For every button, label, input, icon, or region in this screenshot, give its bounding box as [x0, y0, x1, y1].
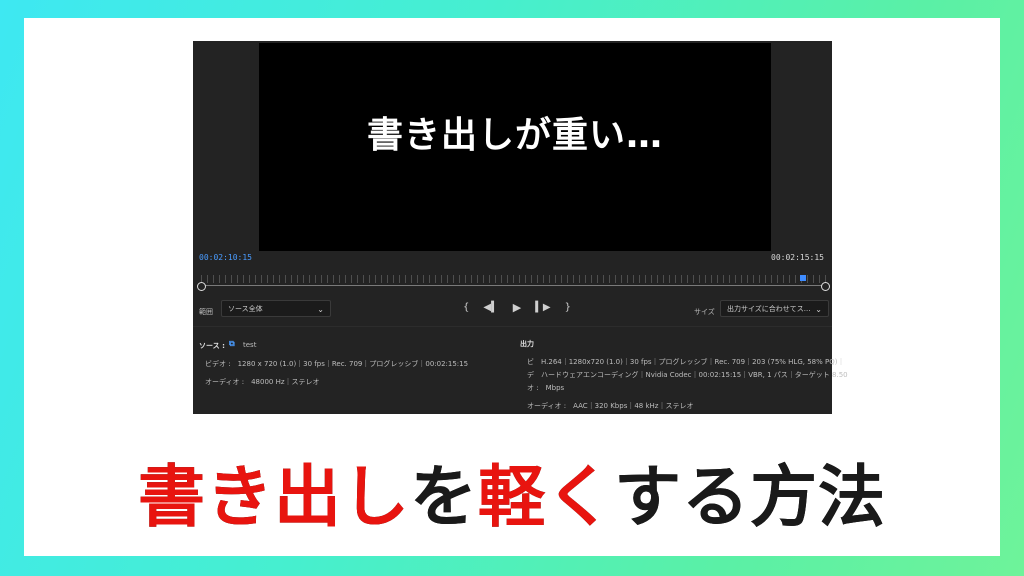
- range-selected: ソース全体: [228, 305, 263, 313]
- headline-part-3: 軽く: [475, 455, 617, 540]
- size-selected: 出力サイズに合わせてス...: [727, 305, 811, 313]
- step-back-button[interactable]: ◀▍: [483, 301, 498, 315]
- headline-part-4: する方法: [611, 455, 889, 540]
- headline-part-2: を: [407, 455, 481, 540]
- output-label: 出力: [520, 340, 534, 348]
- output-video-info-1: ビ H.264｜1280x720 (1.0)｜30 fps｜プログレッシブ｜Re…: [527, 358, 845, 366]
- video-preview: 書き出しが重い…: [259, 43, 771, 251]
- play-button[interactable]: ▶: [513, 301, 521, 315]
- output-video-info-2: デ ハードウェアエンコーディング｜Nvidia Codec｜00:02:15:1…: [527, 371, 848, 379]
- out-point-handle[interactable]: [821, 282, 830, 291]
- headline-part-1: 書き出し: [135, 455, 413, 540]
- ruler-ticks: [201, 275, 826, 283]
- in-point-handle[interactable]: [197, 282, 206, 291]
- chevron-down-icon: ⌄: [815, 305, 822, 314]
- output-audio-info: オーディオ : AAC｜320 Kbps｜48 kHz｜ステレオ: [527, 402, 694, 410]
- step-forward-button[interactable]: ▍▶: [535, 301, 550, 315]
- timecode-in: 00:02:10:15: [199, 253, 252, 262]
- timecode-out: 00:02:15:15: [771, 253, 824, 262]
- size-label: サイズ: [694, 308, 715, 316]
- source-audio-info: オーディオ : 48000 Hz｜ステレオ: [205, 378, 320, 386]
- range-dropdown[interactable]: ソース全体 ⌄: [221, 300, 331, 317]
- transport-controls: { ◀▍ ▶ ▍▶ }: [463, 301, 571, 315]
- export-panel: 書き出しが重い… 00:02:10:15 00:02:15:15 範囲 ソース全…: [193, 41, 848, 414]
- range-label: 範囲: [199, 308, 213, 316]
- output-video-info-3: オ : Mbps: [527, 384, 565, 392]
- timeline-ruler[interactable]: [197, 275, 830, 291]
- section-divider: [193, 326, 832, 327]
- size-dropdown[interactable]: 出力サイズに合わせてス... ⌄: [720, 300, 829, 317]
- sequence-icon: ⧉: [229, 339, 235, 348]
- ruler-line: [201, 285, 826, 286]
- source-name: test: [243, 341, 257, 349]
- headline: 書き出しを軽くする方法: [0, 443, 1024, 540]
- source-label: ソース :: [199, 342, 225, 350]
- playhead[interactable]: [800, 275, 806, 281]
- mark-in-button[interactable]: {: [463, 301, 469, 315]
- chevron-down-icon: ⌄: [317, 305, 324, 314]
- mark-out-button[interactable]: }: [565, 301, 571, 315]
- video-overlay-text: 書き出しが重い…: [366, 115, 663, 156]
- source-video-info: ビデオ : 1280 x 720 (1.0)｜30 fps｜Rec. 709｜プ…: [205, 360, 469, 368]
